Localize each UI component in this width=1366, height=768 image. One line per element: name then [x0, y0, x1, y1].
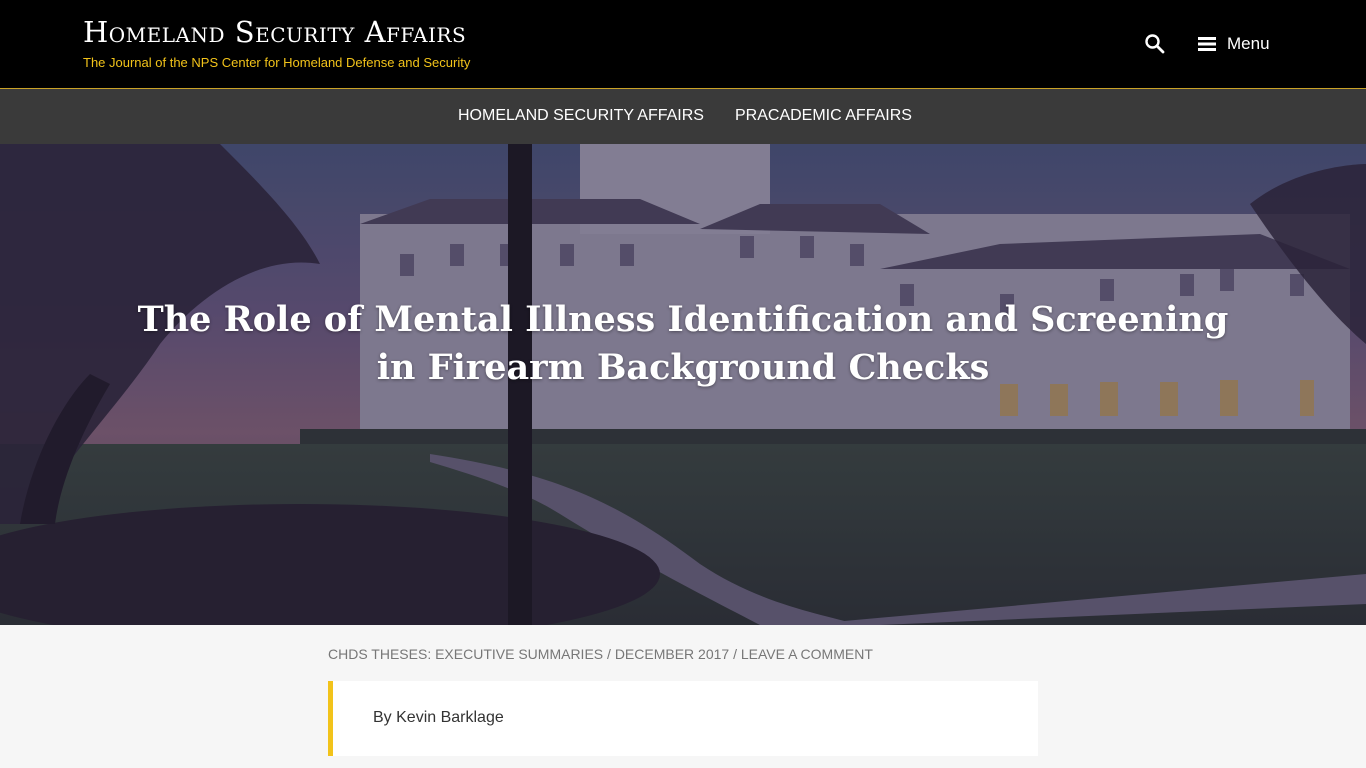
article-title: The Role of Mental Illness Identificatio… [137, 299, 1229, 388]
hero-banner: The Role of Mental Illness Identificatio… [0, 144, 1366, 625]
byline-box: By Kevin Barklage [328, 681, 1038, 756]
search-button[interactable] [1143, 32, 1167, 56]
category-link[interactable]: CHDS THESES: EXECUTIVE SUMMARIES [328, 646, 603, 662]
site-title-link[interactable]: Homeland Security Affairs [83, 15, 466, 49]
meta-separator: / [607, 646, 615, 662]
menu-button[interactable]: Menu [1198, 31, 1270, 57]
leave-comment-link[interactable]: LEAVE A COMMENT [741, 646, 873, 662]
date-link[interactable]: DECEMBER 2017 [615, 646, 729, 662]
menu-label: Menu [1227, 34, 1270, 53]
site-tagline: The Journal of the NPS Center for Homela… [83, 55, 471, 70]
hamburger-icon [1198, 37, 1216, 51]
primary-nav: HOMELAND SECURITY AFFAIRS PRACADEMIC AFF… [0, 89, 1366, 144]
nav-item-homeland-security-affairs[interactable]: HOMELAND SECURITY AFFAIRS [458, 107, 704, 125]
search-icon [1145, 34, 1165, 54]
byline-text: By Kevin Barklage [373, 709, 504, 726]
post-meta: CHDS THESES: EXECUTIVE SUMMARIES / DECEM… [328, 646, 873, 662]
nav-item-pracademic-affairs[interactable]: PRACADEMIC AFFAIRS [735, 107, 912, 125]
site-header: Homeland Security Affairs The Journal of… [0, 0, 1366, 89]
meta-separator: / [733, 646, 741, 662]
